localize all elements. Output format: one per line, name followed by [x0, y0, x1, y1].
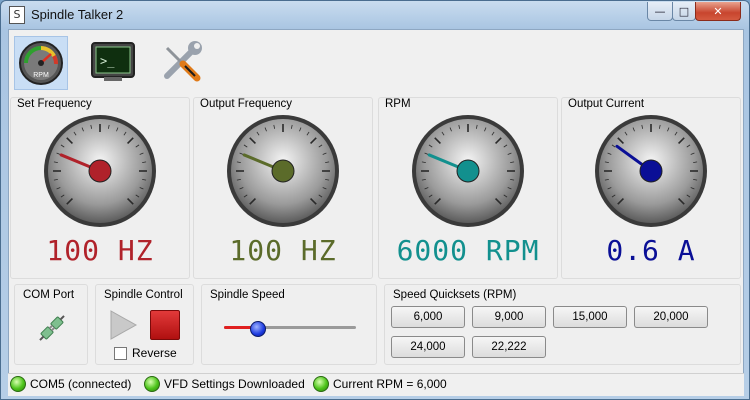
title-bar[interactable]: S Spindle Talker 2 — □ ✕ [1, 1, 749, 27]
status-item-vfd: VFD Settings Downloaded [144, 376, 305, 392]
gauge-panel-set-frequency: Set Frequency 100 HZ [10, 97, 190, 279]
status-item-rpm: Current RPM = 6,000 [313, 376, 447, 392]
toolbar-settings-button[interactable] [155, 36, 207, 88]
status-bar: COM5 (connected) VFD Settings Downloaded… [8, 373, 744, 396]
slider-thumb[interactable] [250, 321, 266, 337]
spindle-control-label: Spindle Control [104, 289, 183, 301]
set-frequency-gauge [44, 115, 156, 227]
gauge-readout: 6000 RPM [396, 234, 540, 267]
terminal-icon: >_ [91, 42, 135, 81]
toolbar-gauge-button[interactable]: RPM [14, 36, 68, 90]
spindle-control-group: Spindle Control Reverse [95, 284, 194, 365]
quickset-button-6000[interactable]: 6,000 [391, 306, 465, 328]
gauge-icon-label: RPM [33, 72, 49, 79]
gauge-readout: 100 HZ [229, 234, 337, 267]
output-current-gauge [595, 115, 707, 227]
quickset-button-22222[interactable]: 22,222 [472, 336, 546, 358]
spindle-speed-slider[interactable] [224, 321, 356, 337]
reverse-checkbox[interactable] [114, 346, 127, 360]
terminal-icon-label: >_ [100, 54, 115, 68]
reverse-option[interactable]: Reverse [114, 346, 177, 360]
status-led-icon [313, 376, 329, 392]
minimize-button[interactable]: — [647, 2, 673, 21]
gauge-readout: 100 HZ [46, 234, 154, 267]
reverse-label: Reverse [132, 346, 177, 360]
status-text: Current RPM = 6,000 [333, 377, 447, 391]
gauge-hub [88, 159, 112, 183]
app-icon: S [9, 6, 25, 24]
rpm-gauge [412, 115, 524, 227]
com-port-group: COM Port [14, 284, 88, 365]
quickset-button-20000[interactable]: 20,000 [634, 306, 708, 328]
main-window: S Spindle Talker 2 — □ ✕ RPM >_ Set Freq… [0, 0, 750, 400]
gauge-readout: 0.6 A [606, 234, 696, 267]
play-button[interactable] [108, 309, 138, 341]
quickset-button-15000[interactable]: 15,000 [553, 306, 627, 328]
gauge-panel-rpm: RPM 6000 RPM [378, 97, 558, 279]
gauge-hub [639, 159, 663, 183]
speed-quicksets-label: Speed Quicksets (RPM) [393, 289, 517, 301]
wrench-screwdriver-icon [164, 41, 202, 82]
gauge-panel-output-current: Output Current 0.6 A [561, 97, 741, 279]
maximize-button[interactable]: □ [672, 2, 696, 21]
stop-button[interactable] [150, 310, 180, 340]
status-item-connection: COM5 (connected) [10, 376, 131, 392]
com-port-label: COM Port [23, 289, 75, 301]
plug-icon[interactable] [35, 311, 69, 345]
client-area: RPM >_ Set Frequency 100 HZ Output Frequ… [8, 29, 744, 374]
quickset-button-24000[interactable]: 24,000 [391, 336, 465, 358]
gauge-hub [456, 159, 480, 183]
spindle-speed-label: Spindle Speed [210, 289, 285, 301]
gauge-panel-output-frequency: Output Frequency 100 HZ [193, 97, 373, 279]
speed-quicksets-group: Speed Quicksets (RPM) 6,000 9,000 15,000… [384, 284, 741, 365]
gauge-hub [271, 159, 295, 183]
status-text: COM5 (connected) [30, 377, 132, 391]
output-frequency-gauge [227, 115, 339, 227]
close-button[interactable]: ✕ [695, 2, 741, 21]
status-text: VFD Settings Downloaded [164, 377, 305, 391]
spindle-speed-group: Spindle Speed [201, 284, 377, 365]
status-led-icon [144, 376, 160, 392]
toolbar-terminal-button[interactable]: >_ [87, 36, 139, 88]
quickset-button-9000[interactable]: 9,000 [472, 306, 546, 328]
window-title: Spindle Talker 2 [31, 7, 124, 22]
status-led-icon [10, 376, 26, 392]
gauge-icon: RPM [19, 41, 63, 85]
